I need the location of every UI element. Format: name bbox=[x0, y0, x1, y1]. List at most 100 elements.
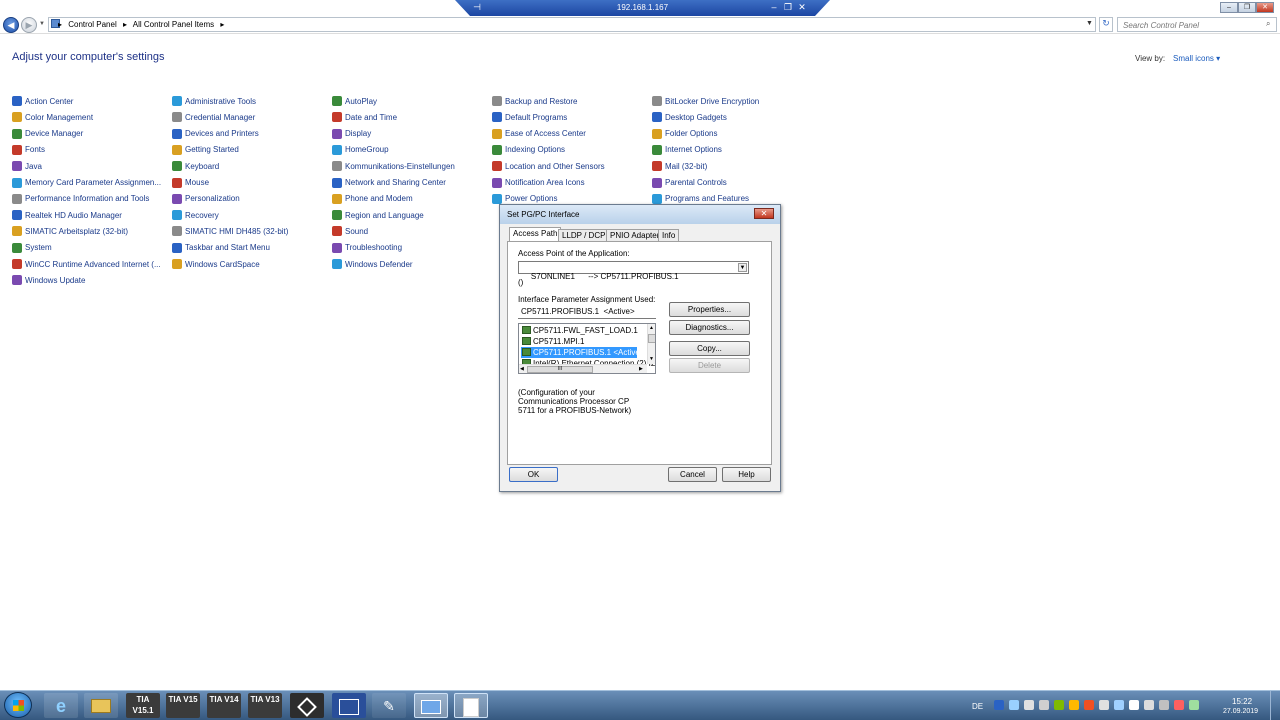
cp-item-simatic-hmi-dh485-32-bit[interactable]: SIMATIC HMI DH485 (32-bit) bbox=[172, 226, 288, 237]
speaker-icon[interactable] bbox=[1144, 700, 1154, 710]
recent-pages-icon[interactable]: ▼ bbox=[39, 21, 45, 27]
taskbar-setpgpc-active[interactable] bbox=[414, 693, 448, 718]
cp-item-wincc-runtime-advanced-internet[interactable]: WinCC Runtime Advanced Internet (... bbox=[12, 259, 161, 269]
antivirus-icon[interactable] bbox=[1084, 700, 1094, 710]
clock-time[interactable]: 15:22 bbox=[1232, 697, 1252, 706]
taskbar-window[interactable] bbox=[454, 693, 488, 718]
dialog-close-button[interactable]: ✕ bbox=[754, 208, 774, 219]
cp-item-memory-card-parameter-assignmen[interactable]: Memory Card Parameter Assignmen... bbox=[12, 177, 161, 188]
cp-item-internet-options[interactable]: Internet Options bbox=[652, 144, 722, 155]
cp-item-ease-of-access-center[interactable]: Ease of Access Center bbox=[492, 128, 586, 139]
scroll-left-icon[interactable]: ◀ bbox=[520, 366, 524, 372]
battery-icon[interactable] bbox=[1189, 700, 1199, 710]
language-indicator[interactable]: DE bbox=[972, 702, 983, 711]
forward-button[interactable]: ▶ bbox=[21, 17, 37, 33]
view-by-dropdown[interactable]: Small icons ▾ bbox=[1173, 54, 1220, 63]
scroll-down-icon[interactable]: ▼ bbox=[649, 356, 654, 362]
cp-item-action-center[interactable]: Action Center bbox=[12, 96, 73, 106]
cp-item-mail-32-bit[interactable]: Mail (32-bit) bbox=[652, 161, 707, 172]
cp-item-kommunikations-einstellungen[interactable]: Kommunikations-Einstellungen bbox=[332, 161, 455, 172]
cp-item-performance-information-and-tools[interactable]: Performance Information and Tools bbox=[12, 193, 149, 204]
rdp-minimize-button[interactable]: – bbox=[768, 2, 780, 12]
taskbar-explorer[interactable] bbox=[84, 693, 118, 718]
taskbar-tia-v14[interactable]: TIA V14 bbox=[207, 693, 241, 718]
taskbar-ie[interactable]: e bbox=[44, 693, 78, 718]
minimize-button[interactable]: – bbox=[1220, 2, 1238, 13]
list-item[interactable]: CP5711.MPI.1 bbox=[521, 336, 584, 347]
power-icon[interactable] bbox=[1129, 700, 1139, 710]
update-icon[interactable] bbox=[1069, 700, 1079, 710]
cp-item-region-and-language[interactable]: Region and Language bbox=[332, 210, 424, 221]
scroll-up-icon[interactable]: ▲ bbox=[649, 325, 654, 331]
cp-item-recovery[interactable]: Recovery bbox=[172, 210, 219, 221]
start-button[interactable] bbox=[4, 692, 32, 718]
cp-item-windows-defender[interactable]: Windows Defender bbox=[332, 259, 413, 269]
rdp-pin-icon[interactable]: ⊣ bbox=[471, 2, 483, 13]
horizontal-scrollbar[interactable]: ◀ III ▶ bbox=[519, 364, 647, 373]
interface-list[interactable]: CP5711.FWL_FAST_LOAD.1 CP5711.MPI.1 CP57… bbox=[518, 323, 656, 374]
cp-item-credential-manager[interactable]: Credential Manager bbox=[172, 112, 255, 123]
cp-item-troubleshooting[interactable]: Troubleshooting bbox=[332, 242, 402, 253]
search-input[interactable]: Search Control Panel bbox=[1117, 17, 1277, 32]
cp-item-realtek-hd-audio-manager[interactable]: Realtek HD Audio Manager bbox=[12, 210, 122, 221]
cp-item-administrative-tools[interactable]: Administrative Tools bbox=[172, 96, 256, 106]
cp-item-date-and-time[interactable]: Date and Time bbox=[332, 112, 397, 123]
cp-item-windows-update[interactable]: Windows Update bbox=[12, 275, 85, 286]
bluetooth-icon[interactable] bbox=[994, 700, 1004, 710]
security-icon[interactable] bbox=[1174, 700, 1184, 710]
close-button[interactable]: ✕ bbox=[1256, 2, 1274, 13]
cp-item-programs-and-features[interactable]: Programs and Features bbox=[652, 193, 749, 204]
tab-info[interactable]: Info bbox=[658, 229, 680, 241]
cp-item-default-programs[interactable]: Default Programs bbox=[492, 112, 567, 123]
cp-item-simatic-arbeitsplatz-32-bit[interactable]: SIMATIC Arbeitsplatz (32-bit) bbox=[12, 226, 128, 237]
cp-item-backup-and-restore[interactable]: Backup and Restore bbox=[492, 96, 578, 106]
cp-item-device-manager[interactable]: Device Manager bbox=[12, 128, 83, 139]
taskbar-tool[interactable]: ✎ bbox=[372, 693, 406, 718]
ok-button[interactable]: OK bbox=[509, 467, 558, 482]
cp-item-color-management[interactable]: Color Management bbox=[12, 112, 93, 123]
properties-button[interactable]: Properties... bbox=[669, 302, 750, 317]
cp-item-power-options[interactable]: Power Options bbox=[492, 193, 557, 204]
breadcrumb-control-panel[interactable]: Control Panel bbox=[68, 20, 116, 29]
access-point-select[interactable]: S7ONLINE1 --> CP5711.PROFIBUS.1 ▼ bbox=[518, 261, 749, 281]
scroll-right-icon[interactable]: ▶ bbox=[639, 366, 643, 372]
diagnostics-button[interactable]: Diagnostics... bbox=[669, 320, 750, 335]
list-item[interactable]: CP5711.FWL_FAST_LOAD.1 bbox=[521, 325, 638, 336]
cp-item-keyboard[interactable]: Keyboard bbox=[172, 161, 219, 172]
cp-item-system[interactable]: System bbox=[12, 242, 52, 253]
rdp-close-button[interactable]: ✕ bbox=[796, 2, 808, 13]
cp-item-folder-options[interactable]: Folder Options bbox=[652, 128, 717, 139]
cp-item-bitlocker-drive-encryption[interactable]: BitLocker Drive Encryption bbox=[652, 96, 759, 106]
cp-item-location-and-other-sensors[interactable]: Location and Other Sensors bbox=[492, 161, 605, 172]
tab-access-path[interactable]: Access Path bbox=[509, 227, 562, 241]
usb-icon[interactable] bbox=[1054, 700, 1064, 710]
vertical-scrollbar[interactable]: ▲ ▼ bbox=[647, 324, 655, 364]
network-icon[interactable] bbox=[1009, 700, 1019, 710]
scroll-thumb[interactable]: III bbox=[527, 366, 593, 373]
cp-item-phone-and-modem[interactable]: Phone and Modem bbox=[332, 193, 413, 204]
cp-item-homegroup[interactable]: HomeGroup bbox=[332, 144, 389, 155]
cp-item-java[interactable]: Java bbox=[12, 161, 42, 172]
cp-item-getting-started[interactable]: Getting Started bbox=[172, 144, 239, 155]
back-button[interactable]: ◀ bbox=[3, 17, 19, 33]
cp-item-indexing-options[interactable]: Indexing Options bbox=[492, 144, 565, 155]
delete-button[interactable]: Delete bbox=[669, 358, 750, 373]
cp-item-parental-controls[interactable]: Parental Controls bbox=[652, 177, 727, 188]
taskbar-tia[interactable] bbox=[290, 693, 324, 718]
cp-item-sound[interactable]: Sound bbox=[332, 226, 368, 237]
cp-item-fonts[interactable]: Fonts bbox=[12, 144, 45, 155]
scroll-thumb[interactable] bbox=[648, 334, 655, 343]
monitor-icon[interactable] bbox=[1039, 700, 1049, 710]
cp-item-network-and-sharing-center[interactable]: Network and Sharing Center bbox=[332, 177, 446, 188]
clock-date[interactable]: 27.09.2019 bbox=[1223, 708, 1258, 715]
copy-button[interactable]: Copy... bbox=[669, 341, 750, 356]
tab-lldp-dcp[interactable]: LLDP / DCP bbox=[558, 229, 610, 241]
breadcrumb-all-items[interactable]: All Control Panel Items bbox=[133, 20, 214, 29]
taskbar-tia-v15[interactable]: TIA V15 bbox=[166, 693, 200, 718]
cp-item-notification-area-icons[interactable]: Notification Area Icons bbox=[492, 177, 585, 188]
cp-item-devices-and-printers[interactable]: Devices and Printers bbox=[172, 128, 259, 139]
help-button[interactable]: Help bbox=[722, 467, 771, 482]
cp-item-mouse[interactable]: Mouse bbox=[172, 177, 209, 188]
volume-icon[interactable] bbox=[1024, 700, 1034, 710]
show-desktop-button[interactable] bbox=[1270, 691, 1280, 720]
